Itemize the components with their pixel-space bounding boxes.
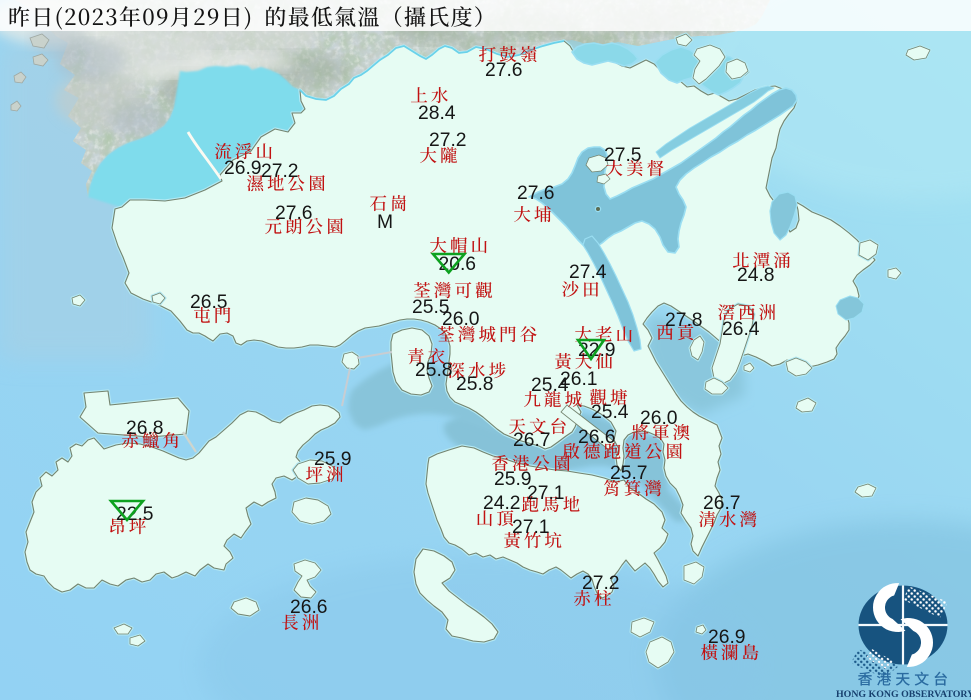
svg-text:26.6: 26.6 (578, 427, 616, 448)
svg-text:26.7: 26.7 (513, 430, 551, 451)
svg-text:28.4: 28.4 (418, 103, 456, 124)
svg-text:27.2: 27.2 (582, 573, 620, 594)
svg-text:26.4: 26.4 (722, 319, 760, 340)
svg-text:27.6: 27.6 (275, 203, 313, 224)
svg-text:25.7: 25.7 (610, 463, 648, 484)
svg-text:25.8: 25.8 (415, 360, 453, 381)
svg-text:M: M (377, 212, 393, 233)
svg-text:27.8: 27.8 (665, 310, 703, 331)
svg-text:27.4: 27.4 (569, 262, 607, 283)
svg-text:27.5: 27.5 (604, 145, 642, 166)
svg-text:26.8: 26.8 (126, 418, 164, 439)
svg-text:26.5: 26.5 (190, 292, 228, 313)
svg-text:26.0: 26.0 (442, 309, 480, 330)
svg-text:HONG KONG OBSERVATORY: HONG KONG OBSERVATORY (836, 689, 971, 700)
svg-text:27.2: 27.2 (261, 161, 299, 182)
svg-text:25.8: 25.8 (456, 374, 494, 395)
svg-text:26.0: 26.0 (640, 408, 678, 429)
svg-text:27.6: 27.6 (517, 183, 555, 204)
svg-text:27.2: 27.2 (429, 130, 467, 151)
svg-text:27.6: 27.6 (485, 60, 523, 81)
svg-text:26.9: 26.9 (224, 158, 262, 179)
svg-text:25.4: 25.4 (591, 402, 629, 423)
svg-text:27.1: 27.1 (527, 483, 565, 504)
svg-text:24.2: 24.2 (483, 493, 521, 514)
svg-text:25.4: 25.4 (531, 375, 569, 396)
svg-text:26.6: 26.6 (290, 597, 328, 618)
svg-text:25.9: 25.9 (494, 469, 532, 490)
svg-text:25.9: 25.9 (314, 449, 352, 470)
svg-text:24.8: 24.8 (737, 265, 775, 286)
svg-text:26.7: 26.7 (703, 493, 741, 514)
svg-text:27.1: 27.1 (512, 517, 550, 538)
svg-text:26.9: 26.9 (708, 627, 746, 648)
